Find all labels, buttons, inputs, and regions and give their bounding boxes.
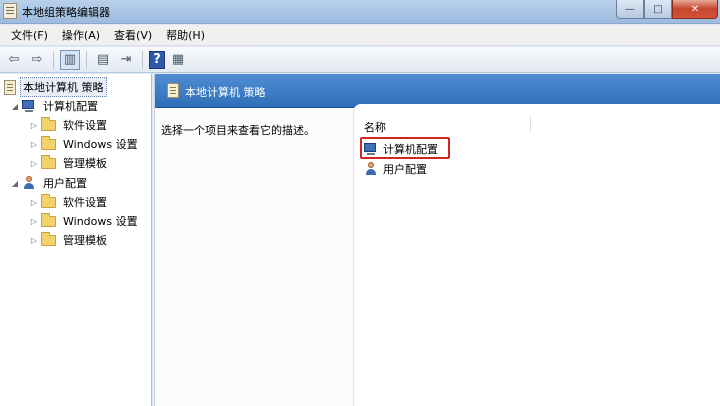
toolbar-divider	[86, 50, 87, 69]
folder-icon	[41, 154, 56, 169]
tree-item-label: Windows 设置	[63, 215, 138, 228]
expanded-arrow-icon[interactable]: ◢	[10, 179, 20, 188]
collapsed-arrow-icon[interactable]: ▷	[29, 159, 39, 168]
tree-item-admin-templates[interactable]: ▷ 管理模板	[29, 154, 109, 172]
menu-action[interactable]: 操作(A)	[55, 27, 107, 43]
folder-icon	[41, 193, 56, 208]
show-hide-tree-icon[interactable]: ▥	[60, 49, 80, 70]
back-arrow-icon[interactable]: ⇦	[4, 50, 24, 70]
toolbar-divider	[53, 50, 54, 69]
tree-item-computer-config[interactable]: ◢ 计算机配置	[10, 97, 100, 115]
tree-item-label: 管理模板	[63, 157, 107, 170]
menu-help[interactable]: 帮助(H)	[159, 27, 212, 43]
folder-icon	[41, 135, 56, 150]
user-icon	[364, 162, 379, 176]
description-text: 选择一个项目来查看它的描述。	[161, 124, 315, 137]
column-divider[interactable]	[530, 116, 531, 132]
list-item-computer-config[interactable]: 计算机配置	[364, 140, 438, 158]
details-header-title: 本地计算机 策略	[185, 86, 266, 99]
details-pane: 本地计算机 策略 选择一个项目来查看它的描述。 名称 计算机配置 用户配置	[154, 74, 720, 406]
tree-item-user-config[interactable]: ◢ 用户配置	[10, 174, 89, 192]
list-item-user-config[interactable]: 用户配置	[364, 160, 427, 178]
tree-item-label: Windows 设置	[63, 138, 138, 151]
item-list: 名称 计算机配置 用户配置	[353, 104, 720, 406]
details-header: 本地计算机 策略	[155, 74, 720, 108]
maximize-button[interactable]: □	[644, 0, 672, 19]
user-icon	[22, 176, 37, 190]
computer-icon	[22, 99, 37, 113]
forward-arrow-icon[interactable]: ⇨	[27, 50, 47, 70]
close-button[interactable]: ✕	[672, 0, 718, 19]
navigation-tree: 本地计算机 策略 ◢ 计算机配置 ▷ 软件设置 ▷ Windows 设置 ▷ 管…	[0, 74, 152, 406]
window-controls: — □ ✕	[616, 0, 718, 19]
tree-item-label: 管理模板	[63, 234, 107, 247]
tree-item-user-software-settings[interactable]: ▷ 软件设置	[29, 193, 109, 211]
collapsed-arrow-icon[interactable]: ▷	[29, 236, 39, 245]
properties-icon[interactable]: ▤	[93, 50, 113, 70]
tree-item-label: 软件设置	[63, 196, 107, 209]
folder-icon	[41, 212, 56, 227]
menu-bar: 文件(F) 操作(A) 查看(V) 帮助(H)	[0, 25, 720, 46]
column-header-name[interactable]: 名称	[364, 119, 386, 135]
menu-file[interactable]: 文件(F)	[4, 27, 55, 43]
policy-document-icon	[4, 79, 16, 95]
minimize-button[interactable]: —	[616, 0, 644, 19]
tree-item-local-policy[interactable]: 本地计算机 策略	[4, 77, 107, 97]
list-item-label: 用户配置	[383, 163, 427, 176]
export-list-icon[interactable]: ⇥	[116, 50, 136, 70]
tree-item-label: 软件设置	[63, 119, 107, 132]
view-icon[interactable]: ▦	[168, 50, 188, 70]
policy-document-icon	[167, 83, 179, 98]
title-bar: 本地组策略编辑器 — □ ✕	[0, 0, 720, 24]
tree-item-label: 用户配置	[43, 177, 87, 190]
menu-view[interactable]: 查看(V)	[107, 27, 159, 43]
folder-icon	[41, 116, 56, 131]
window-title: 本地组策略编辑器	[22, 6, 110, 19]
expanded-arrow-icon[interactable]: ◢	[10, 102, 20, 111]
folder-icon	[41, 231, 56, 246]
help-icon[interactable]: ?	[149, 50, 165, 69]
tree-item-label: 计算机配置	[43, 100, 98, 113]
policy-editor-icon	[3, 3, 17, 19]
details-content: 选择一个项目来查看它的描述。 名称 计算机配置 用户配置	[155, 104, 720, 406]
toolbar-divider	[142, 50, 143, 69]
collapsed-arrow-icon[interactable]: ▷	[29, 198, 39, 207]
tree-item-user-admin-templates[interactable]: ▷ 管理模板	[29, 231, 109, 249]
tree-item-windows-settings[interactable]: ▷ Windows 设置	[29, 135, 140, 153]
tree-item-label: 本地计算机 策略	[20, 77, 107, 97]
computer-icon	[364, 142, 379, 156]
toolbar: ⇦ ⇨ ▥ ▤ ⇥ ? ▦	[0, 47, 720, 73]
collapsed-arrow-icon[interactable]: ▷	[29, 121, 39, 130]
collapsed-arrow-icon[interactable]: ▷	[29, 140, 39, 149]
tree-item-user-windows-settings[interactable]: ▷ Windows 设置	[29, 212, 140, 230]
collapsed-arrow-icon[interactable]: ▷	[29, 217, 39, 226]
list-item-label: 计算机配置	[383, 143, 438, 156]
tree-item-software-settings[interactable]: ▷ 软件设置	[29, 116, 109, 134]
